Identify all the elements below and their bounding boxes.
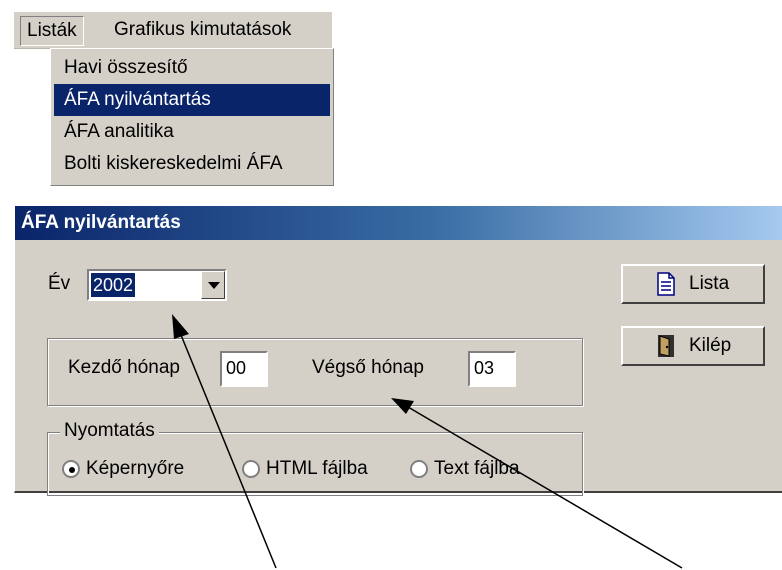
arrow-to-year	[172, 314, 277, 569]
annotation-arrows	[172, 314, 683, 569]
arrow-to-end-month	[391, 398, 683, 569]
